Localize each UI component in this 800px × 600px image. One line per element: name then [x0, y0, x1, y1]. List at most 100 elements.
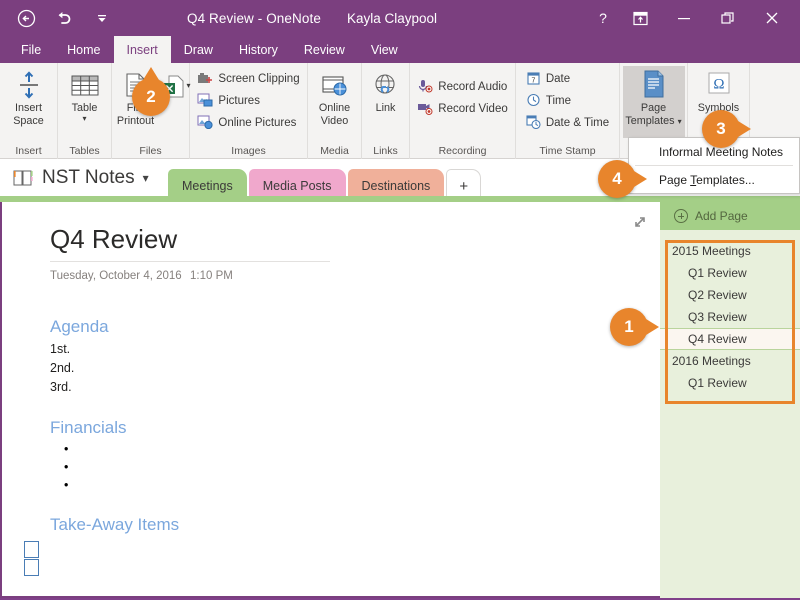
add-page-button[interactable]: Add Page	[660, 202, 800, 230]
ribbon-group-tables: Table ▾ Tables	[58, 63, 112, 159]
link-button[interactable]: Link	[366, 66, 406, 115]
take-away-checkbox-2[interactable]	[24, 559, 39, 576]
online-pictures-button[interactable]: Online Pictures	[195, 112, 300, 134]
help-button[interactable]: ?	[588, 0, 618, 36]
screen-clipping-label: Screen Clipping	[218, 73, 300, 85]
agenda-line-3[interactable]: 3rd.	[50, 380, 72, 394]
window-controls: ?	[588, 0, 794, 36]
agenda-line-2[interactable]: 2nd.	[50, 361, 74, 375]
agenda-line-1[interactable]: 1st.	[50, 342, 70, 356]
ribbon-tab-draw[interactable]: Draw	[171, 36, 226, 63]
restore-button[interactable]	[706, 0, 750, 36]
page-title[interactable]: Q4 Review	[50, 224, 330, 262]
ribbon-group-label: Links	[373, 145, 398, 157]
callout-number: 2	[146, 87, 156, 106]
insert-space-icon	[17, 69, 41, 99]
date-button[interactable]: 7 Date	[524, 68, 574, 90]
ribbon-group-label: Media	[320, 145, 349, 157]
symbol-omega-icon: Ω	[704, 69, 734, 99]
financials-bullet-1[interactable]: •	[64, 442, 68, 456]
date-time-icon	[526, 114, 541, 132]
back-button[interactable]	[14, 6, 38, 30]
ribbon-group-label: Recording	[438, 145, 487, 157]
chevron-down-icon[interactable]: ▾	[678, 117, 682, 126]
record-audio-label: Record Audio	[438, 81, 508, 93]
svg-text:7: 7	[531, 77, 535, 84]
financials-bullet-3[interactable]: •	[64, 478, 68, 492]
quick-access-toolbar	[14, 6, 114, 30]
link-label: Link	[375, 102, 396, 114]
page-time: 1:10 PM	[190, 270, 233, 282]
help-label: ?	[599, 10, 607, 26]
ribbon-group-label: Insert	[15, 145, 42, 157]
page-list-highlight-box	[665, 240, 795, 404]
ribbon-tab-insert[interactable]: Insert	[113, 36, 171, 63]
screen-clipping-button[interactable]: Screen Clipping	[195, 68, 303, 90]
callout-number: 4	[612, 169, 622, 188]
menu-separator	[635, 165, 793, 166]
add-section-label: +	[459, 177, 469, 195]
close-button[interactable]	[750, 0, 794, 36]
online-video-button[interactable]: Online Video	[308, 66, 362, 127]
chevron-down-icon[interactable]: ▾	[82, 114, 86, 123]
section-tab-label: Media Posts	[262, 178, 332, 193]
ribbon-tab-file[interactable]: File	[8, 36, 54, 63]
record-audio-icon	[417, 79, 433, 96]
record-video-icon	[417, 101, 433, 118]
date-label: Date	[545, 73, 571, 85]
notebook-selector[interactable]: NST Notes ▾	[12, 167, 149, 189]
page-templates-button[interactable]: Page Templates ▾	[622, 66, 685, 138]
time-button[interactable]: Time	[524, 90, 575, 112]
pictures-button[interactable]: Pictures	[195, 90, 264, 112]
ribbon-tab-review[interactable]: Review	[291, 36, 358, 63]
ribbon-tab-label: Home	[67, 42, 101, 57]
title-bar: Q4 Review - OneNote Kayla Claypool ?	[0, 0, 800, 36]
ribbon-tab-history[interactable]: History	[226, 36, 291, 63]
section-tab-label: Meetings	[182, 178, 233, 193]
section-heading-take-away-items[interactable]: Take-Away Items	[50, 515, 179, 535]
menu-item-page-templates[interactable]: Page Templates...	[629, 168, 799, 191]
take-away-checkbox-1[interactable]	[24, 541, 39, 558]
date-time-label: Date & Time	[545, 117, 610, 129]
record-video-button[interactable]: Record Video	[415, 98, 511, 120]
ribbon-tab-view[interactable]: View	[358, 36, 411, 63]
callout-number: 3	[716, 119, 726, 138]
online-pictures-label: Online Pictures	[218, 117, 297, 129]
table-icon	[70, 69, 100, 99]
minimize-button[interactable]	[662, 0, 706, 36]
add-page-label: Add Page	[695, 209, 748, 223]
page-timestamp: Tuesday, October 4, 2016 1:10 PM	[50, 270, 450, 282]
page-templates-icon	[640, 69, 668, 99]
customize-quick-access-toolbar-button[interactable]	[90, 6, 114, 30]
ribbon-tab-home[interactable]: Home	[54, 36, 113, 63]
record-audio-button[interactable]: Record Audio	[415, 76, 511, 98]
online-video-label: Online Video	[318, 102, 351, 127]
section-tab-label: Destinations	[361, 178, 431, 193]
chevron-down-icon[interactable]: ▾	[143, 171, 149, 185]
ribbon-tab-label: Review	[303, 42, 345, 57]
table-button[interactable]: Table ▾	[58, 66, 112, 123]
financials-bullet-2[interactable]: •	[64, 460, 68, 474]
page-canvas[interactable]: Q4 Review Tuesday, October 4, 2016 1:10 …	[0, 202, 660, 598]
page-templates-label: Page Templates ▾	[625, 102, 682, 127]
section-heading-financials[interactable]: Financials	[50, 418, 127, 438]
onenote-window: Q4 Review - OneNote Kayla Claypool ? Fil…	[0, 0, 800, 600]
page-date: Tuesday, October 4, 2016	[50, 270, 182, 282]
pictures-icon	[197, 93, 213, 110]
insert-space-button[interactable]: Insert Space	[2, 66, 56, 127]
section-heading-agenda[interactable]: Agenda	[50, 317, 109, 337]
ribbon-group-label: Files	[139, 145, 162, 157]
ribbon-display-options-button[interactable]	[618, 0, 662, 36]
ribbon-group-label: Time Stamp	[539, 145, 596, 157]
expand-page-icon[interactable]	[632, 214, 648, 230]
ribbon-group-links: Link Links	[362, 63, 410, 159]
date-icon: 7	[526, 71, 541, 88]
undo-button[interactable]	[52, 6, 76, 30]
link-icon	[372, 69, 400, 99]
symbols-button[interactable]: Ω Symbols	[692, 66, 746, 115]
table-label: Table	[71, 102, 98, 114]
svg-text:Ω: Ω	[713, 77, 724, 93]
ribbon-tab-strip: File Home Insert Draw History Review Vie…	[0, 36, 800, 63]
ribbon-tab-label: File	[21, 42, 42, 57]
date-time-button[interactable]: Date & Time	[524, 112, 613, 134]
